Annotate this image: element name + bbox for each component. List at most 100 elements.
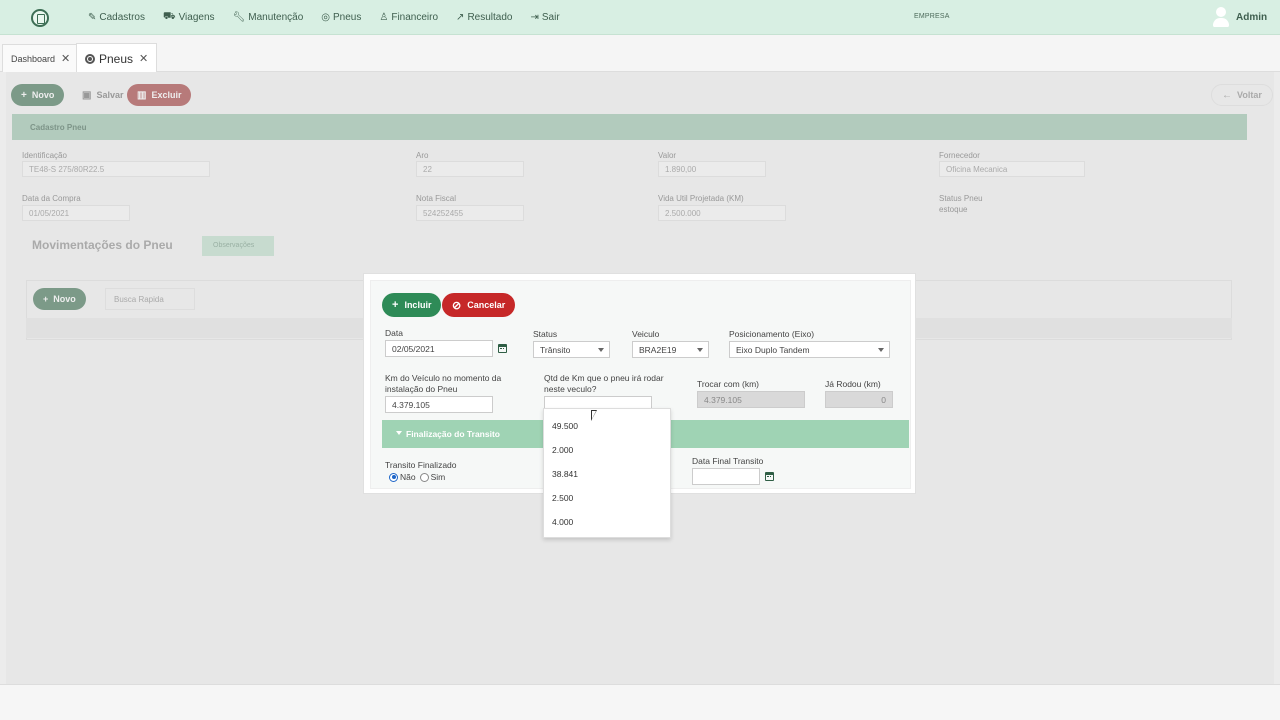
km-veiculo-label: Km do Veículo no momento da instalação do… [385,373,501,395]
menu-cadastros-label: Cadastros [99,12,145,23]
valor-label: Valor [658,151,677,160]
status-select[interactable]: Trânsito [533,341,610,358]
menu-viagens[interactable]: ⛟ Viagens [163,11,215,24]
app-logo-icon[interactable] [31,9,49,27]
posicionamento-label: Posicionamento (Eixo) [729,329,815,339]
salvar-button[interactable]: ▣ Salvar [72,84,133,106]
tab-dashboard[interactable]: Dashboard ✕ [2,44,80,72]
close-icon[interactable]: ✕ [139,52,148,65]
menu-cadastros[interactable]: ✎ Cadastros [88,12,145,23]
identificacao-label: Identificação [22,151,67,160]
tab-movimentacoes[interactable]: Movimentações do Pneu [32,238,173,252]
company-name: EMPRESA [914,13,950,20]
km-veiculo-label-line1: Km do Veículo no momento da [385,373,502,383]
status-label: Status [533,329,558,339]
chevron-down-icon [878,348,884,352]
qtd-km-label-line2: neste veculo? [544,384,597,394]
menu-financeiro[interactable]: ♙ Financeiro [379,12,438,23]
suggestion-option[interactable]: 2.000 [552,445,573,455]
menu-sair[interactable]: ⇥ Sair [530,12,559,23]
veiculo-select[interactable]: BRA2E19 [632,341,709,358]
trocar-input: 4.379.105 [697,391,805,408]
menu-sair-label: Sair [541,12,560,23]
tab-pneus[interactable]: Pneus ✕ [76,43,158,73]
fornecedor-label: Fornecedor [939,151,980,160]
calendar-icon[interactable] [765,472,774,481]
close-icon[interactable]: ✕ [61,52,70,65]
calendar-icon[interactable] [498,344,507,353]
user-avatar-icon [1212,6,1230,28]
veiculo-selected: BRA2E19 [639,345,677,355]
incluir-button[interactable]: + Incluir [382,293,442,317]
incluir-button-label: Incluir [404,300,432,310]
top-navbar: ✎ Cadastros ⛟ Viagens 🔧︎ Manutenção ◎ Pneus … [0,0,1280,35]
menu-resultado-label: Resultado [467,12,513,23]
qtd-km-suggestions: 49.500 2.000 38.841 2.500 4.000 [543,408,671,538]
transito-finalizado-radios: Não Sim [389,472,449,482]
qtd-km-label-line1: Qtd de Km que o pneu irá rodar [544,373,664,383]
suggestion-option[interactable]: 38.841 [552,469,578,479]
voltar-button-label: Voltar [1237,90,1262,100]
excluir-button[interactable]: ▥ Excluir [127,84,192,106]
vida-util-input[interactable]: 2.500.000 [658,205,786,221]
voltar-button[interactable]: ← Voltar [1211,84,1273,106]
search-input[interactable]: Busca Rapida [105,288,195,310]
suggestion-option[interactable]: 4.000 [552,517,573,527]
data-final-input[interactable] [692,468,760,485]
status-pneu-label: Status Pneu [939,194,983,203]
data-compra-label: Data da Compra [22,194,81,203]
excluir-button-label: Excluir [151,90,182,100]
posicionamento-selected: Eixo Duplo Tandem [736,345,810,355]
fornecedor-select[interactable]: Oficina Mecanica [939,161,1085,177]
km-veiculo-label-line2: instalação do Pneu [385,384,458,394]
user-menu[interactable]: Admin [1212,6,1267,28]
novo-button-label: Novo [31,90,55,100]
transito-finalizado-label: Transito Finalizado [385,460,457,470]
trash-icon: ▥ [137,89,147,101]
menu-resultado[interactable]: ↗ Resultado [456,12,512,23]
qtd-km-label: Qtd de Km que o pneu irá rodar neste vecu… [544,373,664,395]
radio-sim[interactable] [419,472,429,482]
data-input[interactable]: 02/05/2021 [385,340,493,357]
arrow-left-icon: ← [1222,89,1232,101]
tabs-bar: Dashboard ✕ Pneus ✕ [0,35,1280,73]
nota-fiscal-input[interactable]: 524252455 [416,205,524,221]
novo-button[interactable]: + Novo [11,84,65,106]
salvar-button-label: Salvar [96,90,124,100]
menu-pneus[interactable]: ◎ Pneus [321,12,361,23]
suggestion-option[interactable]: 2.500 [552,493,573,503]
menu-manutencao[interactable]: 🔧︎ Manutenção [233,12,304,23]
plus-icon: + [21,89,27,101]
exit-icon: ⇥ [530,12,539,23]
trocar-label: Trocar com (km) [697,379,760,389]
tire-icon: ◎ [321,12,331,23]
status-pneu-value: estoque [939,205,968,214]
radio-nao-label: Não [400,472,416,482]
cancelar-button-label: Cancelar [467,300,506,310]
section-cadastro-pneu[interactable]: Cadastro Pneu [12,114,1247,140]
posicionamento-select[interactable]: Eixo Duplo Tandem [729,341,890,358]
chevron-down-icon [598,348,604,352]
wrench-icon: 🔧︎ [232,12,246,23]
tab-observacoes[interactable]: Observações [202,236,274,256]
footer [0,684,1280,720]
radio-nao[interactable] [389,472,398,482]
status-selected: Trânsito [540,345,571,355]
aro-input[interactable]: 22 [416,161,524,177]
plus-icon: + [392,299,399,311]
menu-financeiro-label: Financeiro [391,12,439,23]
veiculo-label: Veiculo [632,329,660,339]
movimentacao-novo-button[interactable]: + Novo [33,288,86,310]
ban-icon: ⊘ [452,299,462,312]
chevron-down-icon [697,348,703,352]
data-compra-input[interactable]: 01/05/2021 [22,205,130,221]
suggestion-option[interactable]: 49.500 [552,421,578,431]
menu-manutencao-label: Manutenção [248,12,304,23]
section-title: Cadastro Pneu [30,123,87,132]
valor-input[interactable]: 1.890,00 [658,161,766,177]
identificacao-input[interactable]: TE48-S 275/80R22.5 [22,161,210,177]
cancelar-button[interactable]: ⊘ Cancelar [442,293,516,317]
km-veiculo-input[interactable]: 4.379.105 [385,396,493,413]
data-label: Data [385,328,403,338]
tab-pneus-label: Pneus [99,51,134,66]
